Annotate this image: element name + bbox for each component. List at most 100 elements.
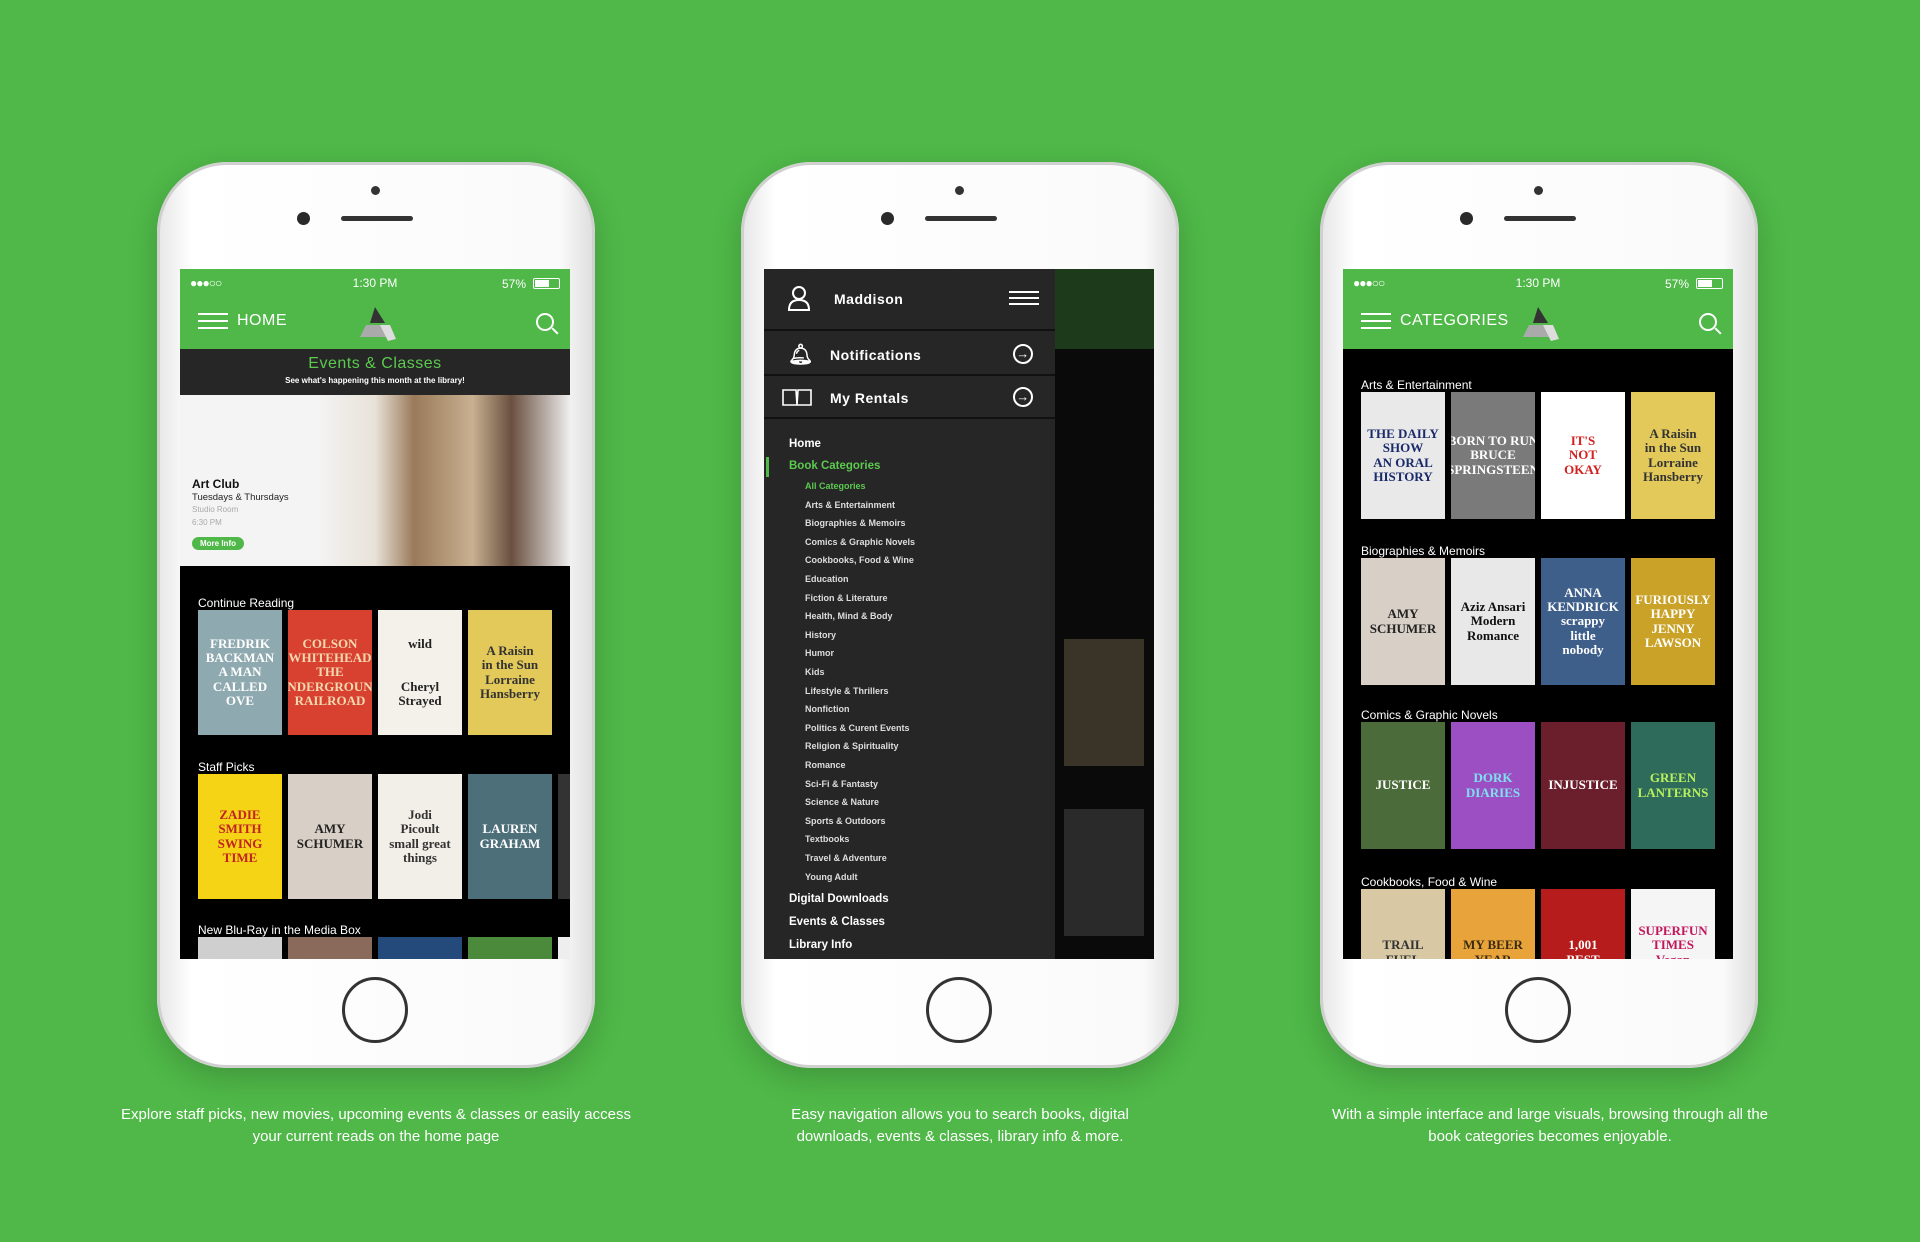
category-item[interactable]: Young Adult xyxy=(805,872,857,882)
user-row[interactable]: Maddison xyxy=(764,269,1055,331)
book-cover[interactable] xyxy=(198,937,282,959)
book-cover[interactable]: ANNA KENDRICK scrappy little nobody xyxy=(1541,558,1625,685)
library-logo xyxy=(360,307,396,341)
category-item[interactable]: Comics & Graphic Novels xyxy=(805,537,915,547)
notifications-row[interactable]: 🔔︎ Notifications → xyxy=(764,333,1055,376)
more-info-button[interactable]: More Info xyxy=(192,537,244,550)
section-label: Staff Picks xyxy=(198,760,255,774)
book-cover[interactable]: JUSTICE xyxy=(1361,722,1445,849)
book-cover[interactable] xyxy=(378,937,462,959)
book-cover[interactable]: 1,001 BEST xyxy=(1541,889,1625,959)
book-row: JUSTICE DORK DIARIES INJUSTICE GREEN LANTER… xyxy=(1361,722,1715,849)
speaker xyxy=(1504,216,1576,221)
book-cover[interactable]: SUPERFUN TIMES Vegan Holiday xyxy=(1631,889,1715,959)
book-row: THE DAILY SHOW AN ORAL HISTORY BORN TO RU… xyxy=(1361,392,1715,519)
battery-percent: 57% xyxy=(501,277,526,291)
menu-icon[interactable] xyxy=(1361,313,1391,329)
book-cover[interactable]: DORK DIARIES xyxy=(1451,722,1535,849)
book-cover[interactable]: INJUSTICE xyxy=(1541,722,1625,849)
rentals-row[interactable]: My Rentals → xyxy=(764,378,1055,419)
home-button[interactable] xyxy=(1505,977,1571,1043)
book-cover[interactable]: Jodi Picoult small great things xyxy=(378,774,462,899)
nav-item[interactable]: Library Info xyxy=(789,939,852,951)
book-cover[interactable]: A Raisin in the Sun Lorraine Hansberry xyxy=(468,610,552,735)
book-row: TRAIL FUEL MY BEER YEAR 1,001 BEST SUPERFUN… xyxy=(1361,889,1715,959)
book-cover[interactable]: AMY SCHUMER xyxy=(1361,558,1445,685)
book-cover[interactable]: COLSON WHITEHEAD THE UNDERGROUND RAILROA… xyxy=(288,610,372,735)
dimmed-header xyxy=(1054,269,1154,349)
menu-icon[interactable] xyxy=(1009,291,1039,305)
sensor xyxy=(955,186,964,195)
category-item[interactable]: Kids xyxy=(805,667,825,677)
book-cover[interactable] xyxy=(468,937,552,959)
book-cover[interactable]: FREDRIK BACKMAN A MAN CALLED OVE xyxy=(198,610,282,735)
battery-percent: 57% xyxy=(1664,277,1689,291)
category-item[interactable]: Education xyxy=(805,574,849,584)
phone-menu: Maddison 🔔︎ Notifications → My Rentals →… xyxy=(741,162,1179,1068)
events-banner[interactable]: Events & Classes See what's happening th… xyxy=(180,349,570,395)
book-row: FREDRIK BACKMAN A MAN CALLED OVE COLSON W… xyxy=(198,610,552,735)
status-bar: ●●●○○ 1:30 PM 57% xyxy=(1343,269,1733,297)
events-subtitle: See what's happening this month at the l… xyxy=(285,376,465,385)
book-cover[interactable] xyxy=(558,937,570,959)
category-item[interactable]: Religion & Spirituality xyxy=(805,741,899,751)
book-cover[interactable]: wild Cheryl Strayed xyxy=(378,610,462,735)
category-item[interactable]: All Categories xyxy=(805,481,866,491)
book-cover[interactable]: ZADIE SMITH SWING TIME xyxy=(198,774,282,899)
book-cover[interactable]: IT'S NOT OKAY xyxy=(1541,392,1625,519)
phone-categories: ●●●○○ 1:30 PM 57% CATEGORIES Arts & Ente… xyxy=(1320,162,1758,1068)
category-item[interactable]: Sci-Fi & Fantasty xyxy=(805,779,878,789)
category-item[interactable]: Romance xyxy=(805,760,846,770)
page-title: CATEGORIES xyxy=(1400,312,1509,329)
book-cover[interactable]: LAUREN GRAHAM xyxy=(468,774,552,899)
book-cover[interactable]: BORN TO RUN BRUCE SPRINGSTEEN xyxy=(1451,392,1535,519)
book-cover[interactable]: FURIOUSLY HAPPY JENNY LAWSON xyxy=(1631,558,1715,685)
search-icon[interactable] xyxy=(1699,313,1717,331)
speaker xyxy=(925,216,997,221)
menu-icon[interactable] xyxy=(198,313,228,329)
book-cover[interactable]: MY BEER YEAR xyxy=(1451,889,1535,959)
book-cover[interactable]: A Raisin in the Sun Lorraine Hansberry xyxy=(1631,392,1715,519)
home-button[interactable] xyxy=(342,977,408,1043)
arrow-right-icon[interactable]: → xyxy=(1013,344,1033,364)
category-item[interactable]: Politics & Curent Events xyxy=(805,723,910,733)
search-icon[interactable] xyxy=(536,313,554,331)
category-item[interactable]: Travel & Adventure xyxy=(805,853,887,863)
home-button[interactable] xyxy=(926,977,992,1043)
category-item[interactable]: Science & Nature xyxy=(805,797,879,807)
book-cover[interactable] xyxy=(558,774,570,899)
page-title: HOME xyxy=(237,312,287,329)
nav-item[interactable]: Digital Downloads xyxy=(789,893,889,905)
nav-home[interactable]: Home xyxy=(789,438,821,450)
book-icon xyxy=(782,389,812,406)
book-cover[interactable]: THE DAILY SHOW AN ORAL HISTORY xyxy=(1361,392,1445,519)
category-item[interactable]: Textbooks xyxy=(805,834,849,844)
arrow-right-icon[interactable]: → xyxy=(1013,387,1033,407)
category-item[interactable]: Sports & Outdoors xyxy=(805,816,886,826)
book-cover[interactable]: AMY SCHUMER xyxy=(288,774,372,899)
battery-icon xyxy=(1696,278,1723,289)
nav-item[interactable]: Events & Classes xyxy=(789,916,885,928)
section-label: Continue Reading xyxy=(198,596,295,610)
category-item[interactable]: Cookbooks, Food & Wine xyxy=(805,555,914,565)
book-cover[interactable]: GREEN LANTERNS xyxy=(1631,722,1715,849)
category-item[interactable]: Lifestyle & Thrillers xyxy=(805,686,889,696)
book-cover[interactable]: TRAIL FUEL xyxy=(1361,889,1445,959)
category-item[interactable]: Arts & Entertainment xyxy=(805,500,895,510)
app-header: ●●●○○ 1:30 PM 57% HOME xyxy=(180,269,570,349)
caption-home: Explore staff picks, new movies, upcomin… xyxy=(121,1106,631,1145)
home-screen: ●●●○○ 1:30 PM 57% HOME Events & Classes … xyxy=(180,269,570,959)
book-cover[interactable]: Aziz Ansari Modern Romance xyxy=(1451,558,1535,685)
user-name: Maddison xyxy=(834,291,904,307)
category-item[interactable]: Biographies & Memoirs xyxy=(805,518,906,528)
nav-book-categories[interactable]: Book Categories xyxy=(789,460,880,472)
events-title: Events & Classes xyxy=(308,355,442,372)
event-card[interactable]: Art Club Tuesdays & Thursdays Studio Roo… xyxy=(180,395,570,566)
caption-menu: Easy navigation allows you to search boo… xyxy=(791,1106,1129,1145)
category-item[interactable]: Nonfiction xyxy=(805,704,850,714)
book-cover[interactable] xyxy=(288,937,372,959)
category-item[interactable]: Humor xyxy=(805,648,834,658)
category-item[interactable]: Health, Mind & Body xyxy=(805,611,893,621)
category-item[interactable]: Fiction & Literature xyxy=(805,593,888,603)
category-item[interactable]: History xyxy=(805,630,836,640)
